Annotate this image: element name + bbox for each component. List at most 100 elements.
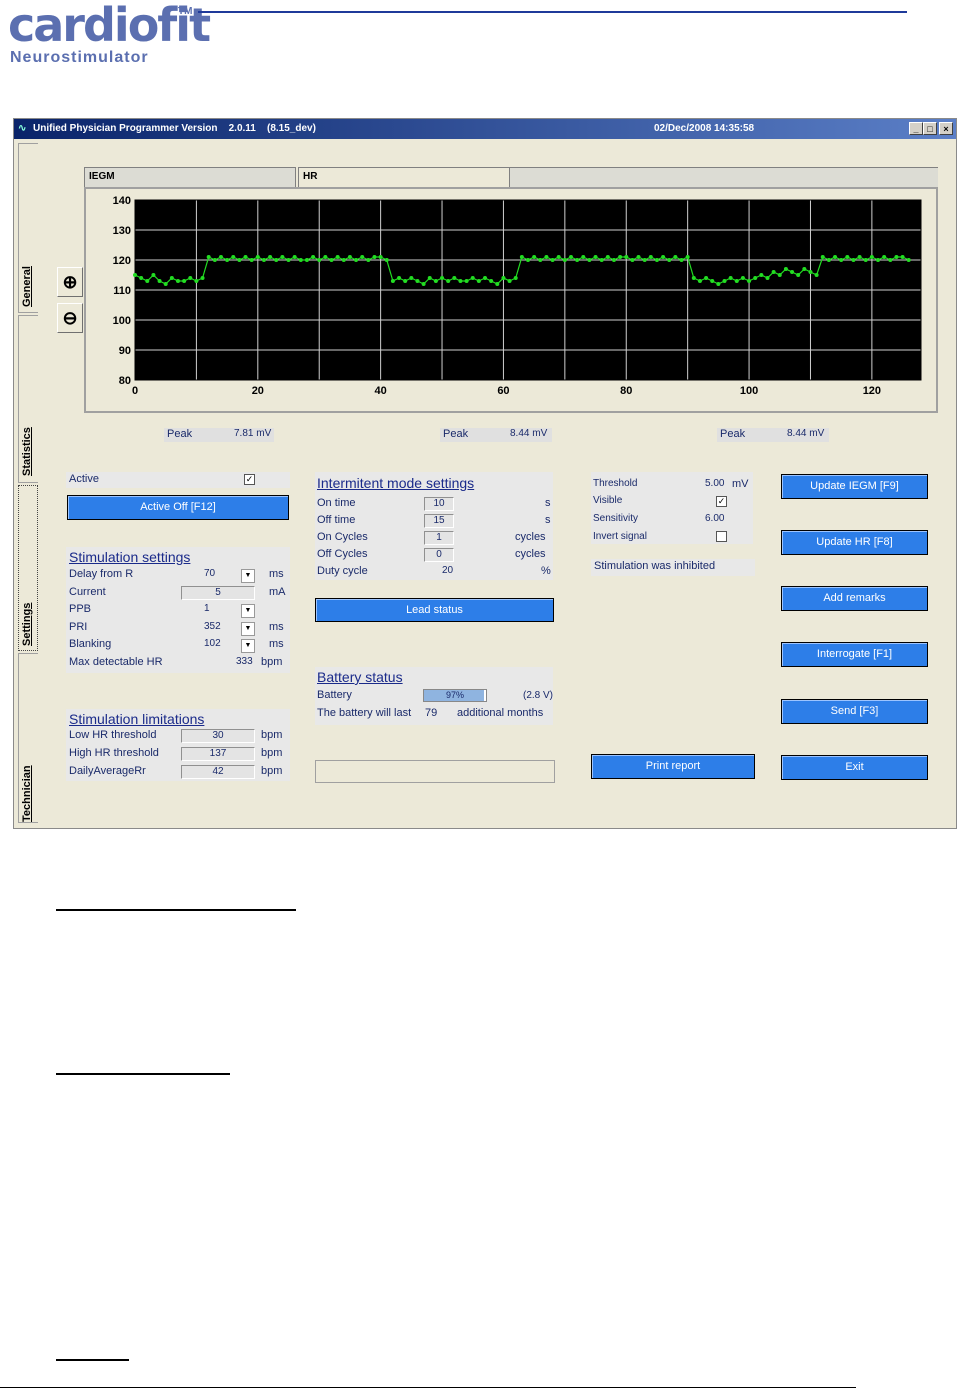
limit-value-field[interactable]: 42: [181, 765, 255, 779]
hr-data-point: [397, 276, 402, 280]
hr-data-point: [335, 255, 340, 259]
hr-data-point: [218, 255, 223, 259]
setting-value: 333: [236, 655, 253, 667]
trademark-mark: TM: [178, 6, 193, 17]
hr-data-point: [826, 258, 831, 262]
intermittent-label: On Cycles: [317, 531, 368, 543]
hr-data-point: [483, 276, 488, 280]
hr-data-point: [851, 258, 856, 262]
chevron-down-icon[interactable]: ▼: [241, 639, 255, 653]
intermittent-value-field[interactable]: 0: [424, 548, 454, 562]
tab-settings-label: Settings: [21, 602, 33, 646]
limit-label: Low HR threshold: [69, 729, 157, 741]
intermittent-unit: s: [545, 497, 551, 509]
invert-signal-checkbox[interactable]: [716, 531, 727, 542]
active-off-button[interactable]: Active Off [F12]: [67, 495, 289, 520]
x-tick-label: 80: [620, 385, 632, 397]
hr-data-point: [237, 258, 242, 262]
tab-general[interactable]: General: [18, 143, 38, 313]
hr-data-point: [673, 255, 678, 259]
active-label: Active: [69, 473, 99, 485]
heading-underline-3: [56, 1359, 129, 1361]
intermittent-value-field[interactable]: 15: [424, 514, 454, 528]
tab-technician[interactable]: Technician: [18, 653, 38, 823]
hr-data-point: [231, 255, 236, 259]
intermittent-label: On time: [317, 497, 356, 509]
setting-value-field[interactable]: 5: [181, 585, 255, 600]
tab-statistics[interactable]: Statistics: [18, 315, 38, 483]
hr-data-point: [384, 258, 389, 262]
limit-unit: bpm: [261, 729, 283, 741]
intermittent-unit: %: [541, 565, 551, 577]
visible-checkbox[interactable]: ✓: [716, 496, 727, 507]
tab-statistics-label: Statistics: [21, 427, 33, 476]
hr-data-point: [630, 258, 635, 262]
hr-data-point: [378, 255, 383, 259]
tab-strip-filler: [510, 167, 938, 188]
hr-data-point: [691, 276, 696, 280]
limit-value-field[interactable]: 137: [181, 747, 255, 761]
lead-status-button[interactable]: Lead status: [315, 598, 554, 622]
hr-data-point: [562, 258, 567, 262]
intermittent-value-field[interactable]: 10: [424, 497, 454, 511]
y-tick-label: 100: [113, 315, 131, 327]
exit-button[interactable]: Exit: [781, 755, 928, 780]
hr-data-point: [876, 258, 881, 262]
hr-data-point: [446, 279, 451, 283]
active-checkbox[interactable]: ✓: [244, 474, 255, 485]
minimize-button[interactable]: _: [909, 122, 923, 135]
stimulation-limitations-group: Stimulation limitations Low HR threshold…: [66, 709, 290, 781]
tab-iegm[interactable]: IEGM: [84, 167, 296, 187]
limit-value-field[interactable]: 30: [181, 729, 255, 743]
hr-data-point: [182, 279, 187, 283]
hr-data-point: [697, 279, 702, 283]
hr-data-point: [409, 276, 414, 280]
threshold-unit: mV: [732, 478, 749, 490]
hr-data-point: [470, 276, 475, 280]
hr-data-point: [882, 255, 887, 259]
update-iegm-button[interactable]: Update IEGM [F9]: [781, 474, 928, 499]
setting-unit: mA: [269, 585, 286, 598]
hr-data-point: [618, 255, 623, 259]
update-hr-button[interactable]: Update HR [F8]: [781, 530, 928, 555]
hr-data-point: [587, 258, 592, 262]
chevron-down-icon[interactable]: ▼: [241, 604, 255, 618]
setting-label: Max detectable HR: [69, 655, 163, 668]
tab-settings[interactable]: Settings: [18, 485, 38, 651]
tab-hr[interactable]: HR: [298, 167, 510, 187]
interrogate-button[interactable]: Interrogate [F1]: [781, 642, 928, 667]
zoom-out-button[interactable]: ⊖: [57, 303, 83, 333]
print-report-button[interactable]: Print report: [591, 754, 755, 779]
hr-data-point: [532, 255, 537, 259]
hr-data-point: [280, 255, 285, 259]
close-button[interactable]: ×: [939, 122, 953, 135]
hr-data-point: [790, 270, 795, 274]
intermittent-value-field[interactable]: 1: [424, 531, 454, 545]
add-remarks-button[interactable]: Add remarks: [781, 586, 928, 611]
hr-data-point: [716, 282, 721, 286]
chevron-down-icon[interactable]: ▼: [241, 621, 255, 636]
intermittent-label: Off Cycles: [317, 548, 368, 560]
battery-last-prefix: The battery will last: [317, 707, 412, 719]
hr-data-point: [458, 279, 463, 283]
zoom-in-button[interactable]: ⊕: [57, 267, 83, 297]
setting-value: 352: [204, 620, 221, 632]
intermittent-label: Duty cycle: [317, 565, 368, 577]
hr-data-point: [771, 270, 776, 274]
title-bar[interactable]: ∿ Unified Physician Programmer Version 2…: [14, 119, 956, 139]
intermittent-unit: cycles: [515, 531, 546, 543]
hr-data-point: [642, 258, 647, 262]
window-title: Unified Physician Programmer Version 2.0…: [33, 123, 316, 134]
invert-signal-label: Invert signal: [593, 531, 647, 542]
hr-data-point: [857, 255, 862, 259]
threshold-label: Threshold: [593, 478, 638, 489]
hr-data-point: [440, 276, 445, 280]
maximize-button[interactable]: □: [923, 122, 937, 135]
send-button[interactable]: Send [F3]: [781, 699, 928, 724]
hr-data-point: [728, 276, 733, 280]
hr-data-point: [740, 276, 745, 280]
chevron-down-icon[interactable]: ▼: [241, 569, 255, 583]
hr-data-point: [575, 258, 580, 262]
intermittent-unit: cycles: [515, 548, 546, 560]
inhibited-text: Stimulation was inhibited: [594, 560, 716, 572]
